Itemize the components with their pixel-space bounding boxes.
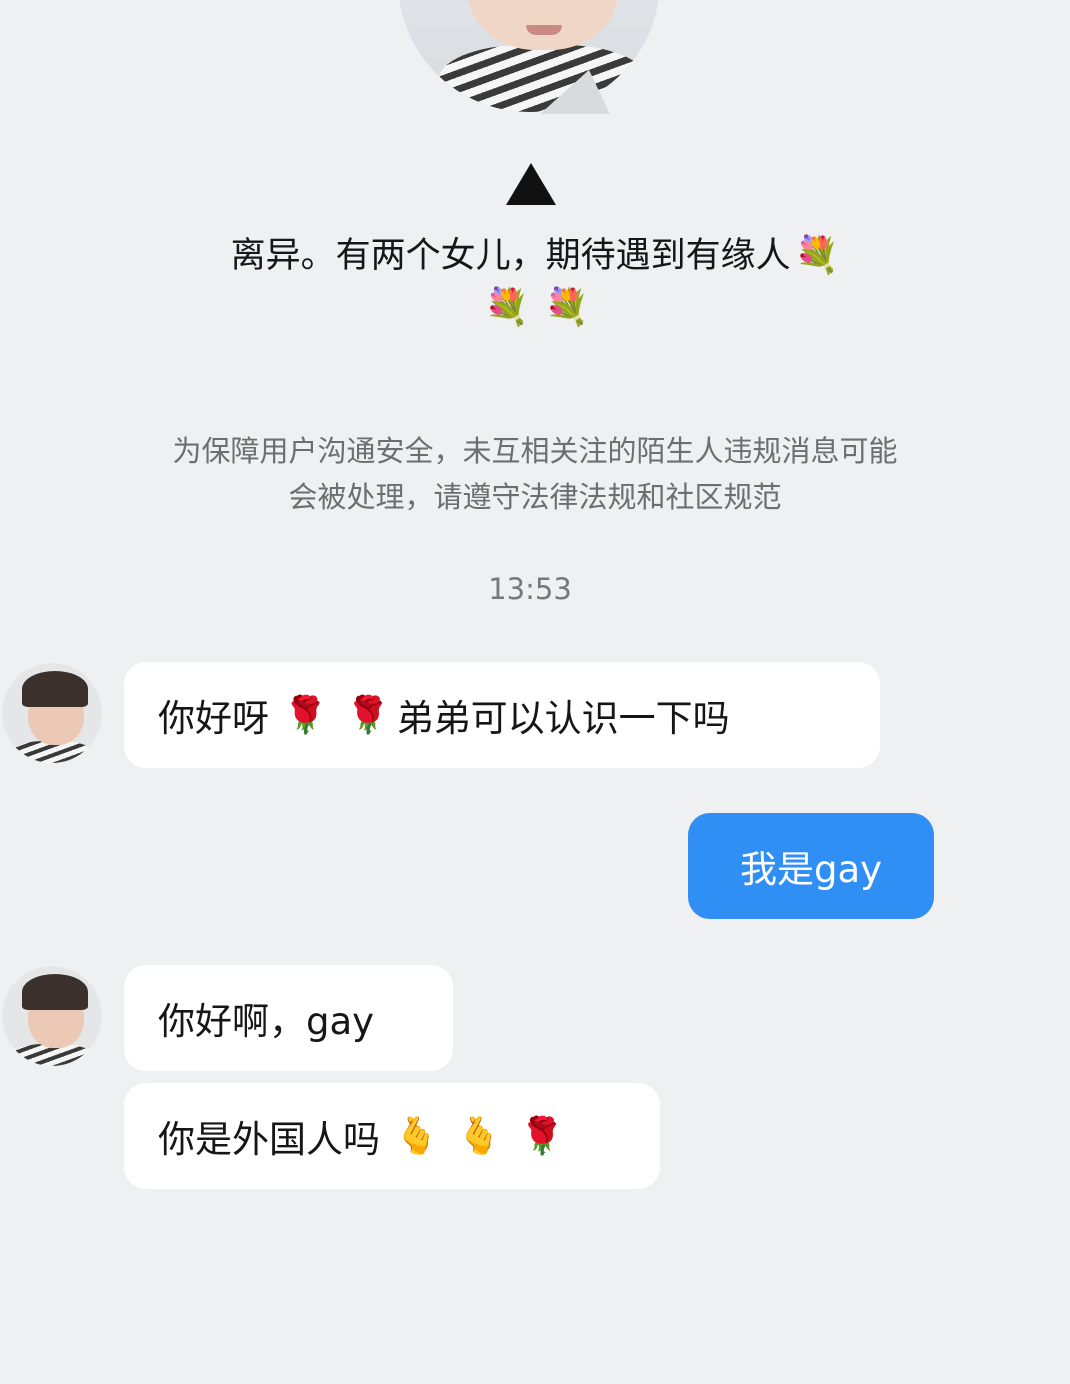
- bio-text: 离异。有两个女儿，期待遇到有缘人: [230, 236, 791, 276]
- rose-emoji: 🌹: [519, 1116, 565, 1157]
- message-bubble-incoming[interactable]: 你好呀 🌹 🌹 弟弟可以认识一下吗: [124, 662, 880, 768]
- message-bubble-incoming[interactable]: 你是外国人吗 🫰 🫰 🌹: [124, 1083, 660, 1189]
- message-text: 你好啊，gay: [158, 1000, 375, 1043]
- message-text: 弟弟可以认识一下吗: [396, 697, 730, 740]
- photo-lips: [526, 25, 562, 35]
- message-bubble-outgoing[interactable]: 我是gay: [688, 813, 934, 919]
- profile-bio: 离异。有两个女儿，期待遇到有缘人 💐 💐 💐: [150, 230, 920, 334]
- notice-line: 会被处理，请遵守法律法规和社区规范: [288, 480, 782, 514]
- photo-shirt: [438, 45, 648, 112]
- bouquet-emoji: 💐: [544, 287, 590, 328]
- sender-avatar[interactable]: [2, 663, 102, 763]
- rose-emoji: 🌹: [345, 695, 391, 736]
- bouquet-emoji: 💐: [794, 235, 840, 276]
- safety-notice: 为保障用户沟通安全，未互相关注的陌生人违规消息可能 会被处理，请遵守法律法规和社…: [95, 428, 975, 520]
- finger-heart-emoji: 🫰: [456, 1116, 502, 1157]
- bouquet-emoji: 💐: [484, 287, 530, 328]
- triangle-up-icon: [506, 163, 556, 205]
- sender-avatar[interactable]: [2, 966, 102, 1066]
- message-bubble-incoming[interactable]: 你好啊，gay: [124, 965, 453, 1071]
- finger-heart-emoji: 🫰: [394, 1116, 439, 1157]
- notice-line: 为保障用户沟通安全，未互相关注的陌生人违规消息可能: [172, 434, 898, 468]
- rose-emoji: 🌹: [283, 695, 328, 736]
- avatar-hair: [22, 671, 88, 707]
- message-text: 你好呀: [158, 697, 269, 740]
- message-timestamp: 13:53: [488, 572, 572, 606]
- profile-photo[interactable]: [398, 0, 660, 112]
- message-text: 你是外国人吗: [158, 1118, 380, 1161]
- message-text: 我是gay: [739, 848, 883, 891]
- avatar-hair: [22, 974, 88, 1010]
